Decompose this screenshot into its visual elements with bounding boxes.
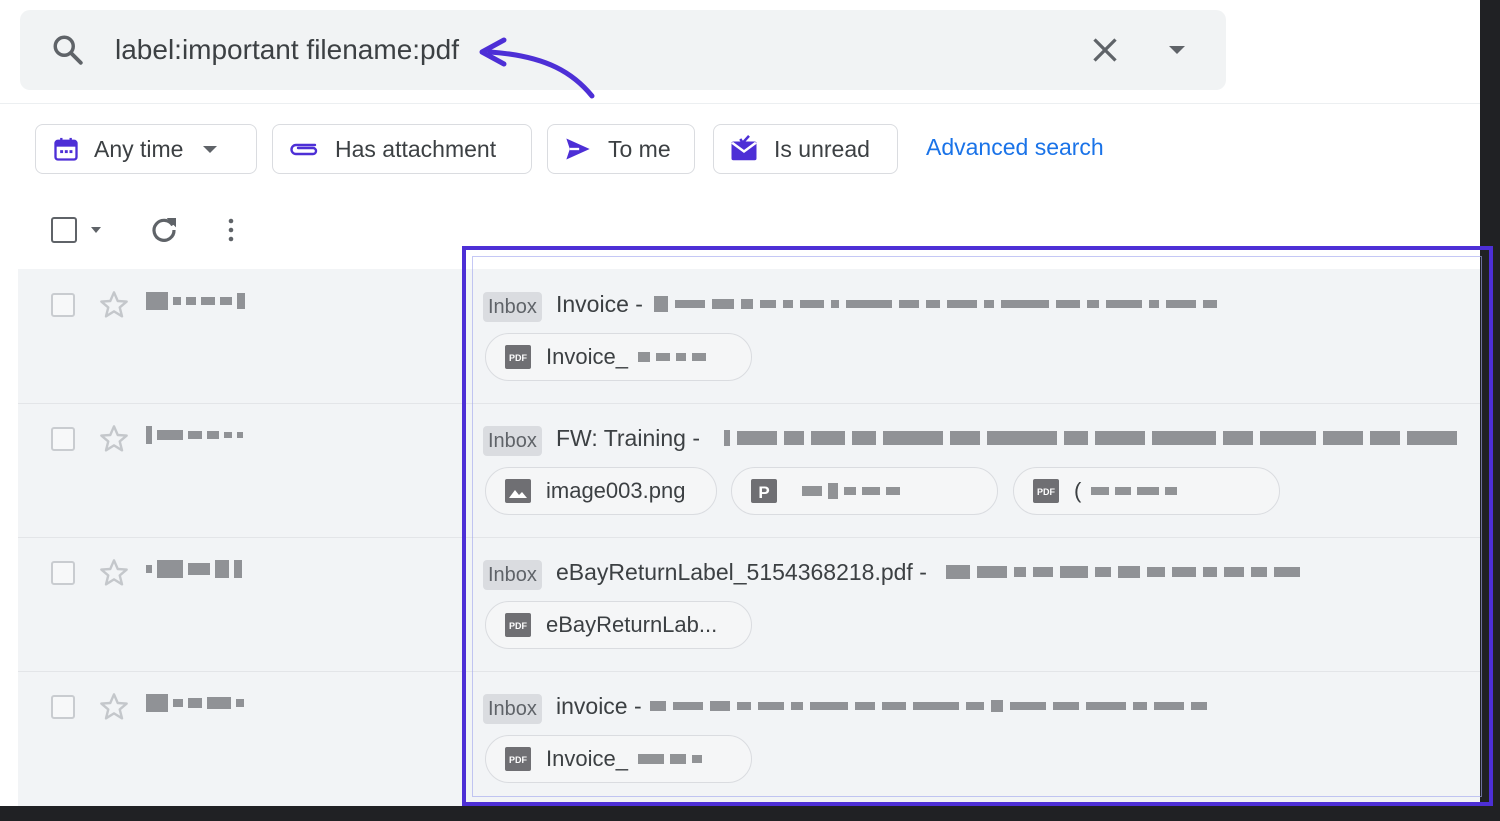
row-checkbox[interactable] <box>51 427 75 451</box>
is-unread-label: Is unread <box>774 135 870 162</box>
send-icon <box>566 138 590 160</box>
screen-edge-bottom <box>0 806 1500 821</box>
mail-unread-icon <box>731 135 757 161</box>
advanced-search-link[interactable]: Advanced search <box>926 134 1104 161</box>
dropdown-icon[interactable] <box>1165 40 1189 60</box>
row-checkbox[interactable] <box>51 695 75 719</box>
sender-redacted <box>146 426 243 444</box>
star-outline-icon[interactable] <box>98 691 130 723</box>
is-unread-filter[interactable]: Is unread <box>713 124 898 174</box>
select-all-checkbox[interactable] <box>51 217 77 243</box>
star-outline-icon[interactable] <box>98 289 130 321</box>
select-dropdown-icon[interactable] <box>88 224 104 236</box>
annotation-arrow <box>479 37 595 99</box>
to-me-filter[interactable]: To me <box>547 124 695 174</box>
any-time-label: Any time <box>94 135 184 162</box>
calendar-icon <box>54 137 78 161</box>
star-outline-icon[interactable] <box>98 557 130 589</box>
header-divider <box>0 103 1480 104</box>
any-time-filter[interactable]: Any time <box>35 124 257 174</box>
search-input[interactable]: label:important filename:pdf <box>115 32 459 68</box>
sender-redacted <box>146 694 244 712</box>
refresh-icon[interactable] <box>148 214 180 246</box>
sender-redacted <box>146 292 245 310</box>
sender-redacted <box>146 560 242 578</box>
to-me-label: To me <box>608 135 671 162</box>
row-checkbox[interactable] <box>51 293 75 317</box>
search-icon[interactable] <box>50 32 86 68</box>
has-attachment-filter[interactable]: Has attachment <box>272 124 532 174</box>
chevron-down-icon <box>203 146 218 153</box>
search-bar[interactable]: label:important filename:pdf <box>20 10 1226 90</box>
more-vert-icon[interactable] <box>218 214 244 246</box>
paperclip-icon <box>290 143 318 156</box>
row-checkbox[interactable] <box>51 561 75 585</box>
has-attachment-label: Has attachment <box>335 135 497 162</box>
star-outline-icon[interactable] <box>98 423 130 455</box>
highlight-inner-ring <box>472 256 1482 797</box>
close-icon[interactable] <box>1087 32 1123 68</box>
